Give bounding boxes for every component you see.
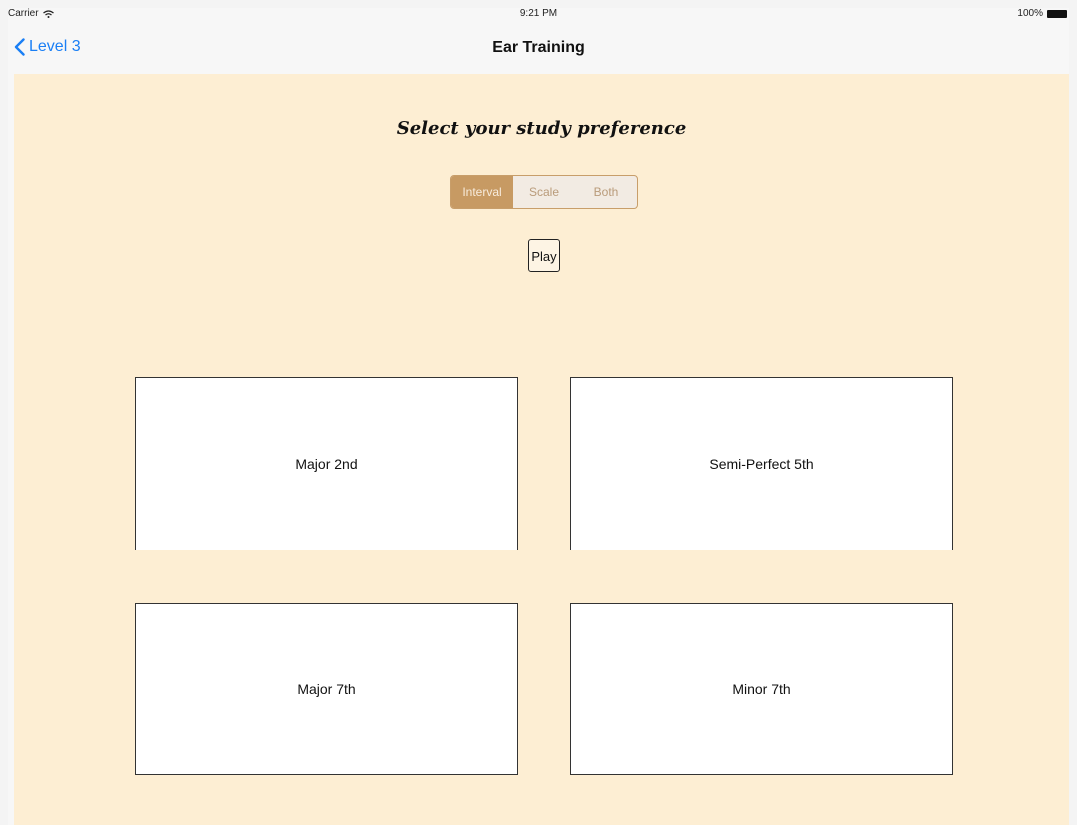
main-content: Select your study preference Interval Sc… [14, 74, 1069, 825]
answer-minor-7th[interactable]: Minor 7th [570, 603, 953, 775]
navigation-bar: Level 3 Ear Training [8, 24, 1069, 72]
answer-semi-perfect-5th[interactable]: Semi-Perfect 5th [570, 377, 953, 550]
answer-label: Major 7th [297, 681, 356, 697]
segment-scale[interactable]: Scale [513, 176, 575, 208]
answer-label: Minor 7th [732, 681, 791, 697]
battery-percent: 100% [1017, 8, 1043, 19]
answer-label: Semi-Perfect 5th [709, 456, 814, 472]
answer-label: Major 2nd [295, 456, 358, 472]
play-button[interactable]: Play [528, 239, 560, 272]
study-preference-prompt: Select your study preference [396, 118, 687, 139]
app-window: Carrier 9:21 PM 100% Level 3 Ear Trainin… [8, 8, 1069, 825]
segment-both[interactable]: Both [575, 176, 637, 208]
battery-icon [1047, 9, 1067, 18]
answer-major-7th[interactable]: Major 7th [135, 603, 518, 775]
status-bar: Carrier 9:21 PM 100% [8, 8, 1069, 24]
status-right: 100% [1017, 8, 1067, 19]
status-time: 9:21 PM [519, 8, 558, 19]
study-mode-segmented-control: Interval Scale Both [450, 175, 638, 209]
segment-interval[interactable]: Interval [451, 176, 513, 208]
answer-major-2nd[interactable]: Major 2nd [135, 377, 518, 550]
page-title: Ear Training [492, 39, 585, 56]
